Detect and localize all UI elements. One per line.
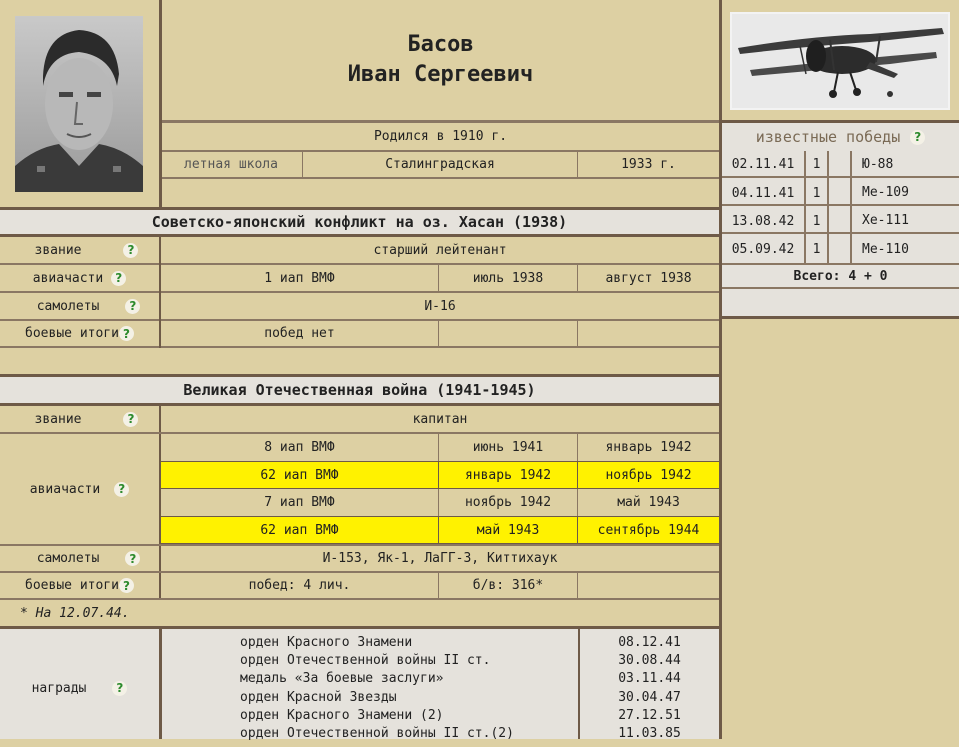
help-icon[interactable]: ? bbox=[125, 551, 141, 566]
help-icon[interactable]: ? bbox=[112, 680, 128, 696]
portrait-frame bbox=[0, 0, 160, 207]
ww2-results-label: боевые итоги ? bbox=[0, 573, 159, 598]
award-date: 08.12.41 bbox=[618, 635, 681, 650]
ww2-unit-row-highlight: 62 иап ВМФ май 1943 сентябрь 1944 bbox=[161, 516, 719, 544]
khasan-results-label: боевые итоги ? bbox=[0, 321, 159, 346]
award-date: 27.12.51 bbox=[618, 707, 681, 723]
ww2-rank: капитан bbox=[412, 411, 468, 427]
award-name: орден Красной Звезды bbox=[240, 689, 397, 705]
victories-total-bar: Всего: 4 + 0 bbox=[722, 265, 959, 319]
victories-title: известные победы bbox=[755, 128, 901, 146]
award-date: 30.08.44 bbox=[618, 653, 681, 669]
khasan-unit-to: август 1938 bbox=[605, 270, 692, 286]
given-names: Иван Сергеевич bbox=[347, 62, 534, 87]
award-date: 03.11.44 bbox=[618, 671, 681, 687]
khasan-title: Советско-японский конфликт на оз. Хасан … bbox=[0, 207, 719, 237]
ww2-unit-row: 7 иап ВМФ ноябрь 1942 май 1943 bbox=[161, 489, 719, 516]
awards-list: орден Красного Знамени орден Отечественн… bbox=[240, 634, 570, 743]
award-date: 11.03.85 bbox=[618, 726, 681, 742]
khasan-rank-label: звание ? bbox=[0, 237, 159, 263]
victory-row: 02.11.41 1 Ю-88 bbox=[722, 151, 959, 178]
help-icon[interactable]: ? bbox=[125, 298, 141, 314]
surname: Басов bbox=[407, 32, 474, 57]
khasan-unit-from: июль 1938 bbox=[438, 265, 578, 291]
ww2-rank-label: звание ? bbox=[0, 406, 159, 432]
ww2-planes-label: самолеты ? bbox=[0, 546, 159, 571]
victories-total: Всего: 4 + 0 bbox=[793, 268, 888, 284]
birth-info: Родился в 1910 г. bbox=[373, 129, 508, 144]
ww2-results-sorties: б/в: 316* bbox=[438, 573, 578, 598]
help-icon[interactable]: ? bbox=[910, 129, 926, 145]
school-name: Сталинградская bbox=[302, 152, 578, 177]
khasan-rank: старший лейтенант bbox=[373, 242, 507, 258]
award-name: орден Красного Знамени (2) bbox=[240, 707, 444, 723]
name-block: Басов Иван Сергеевич bbox=[162, 0, 719, 120]
ww2-unit-row: 8 иап ВМФ июнь 1941 январь 1942 bbox=[161, 434, 719, 461]
ww2-units-label: авиачасти ? bbox=[0, 434, 159, 544]
ww2-results-personal: побед: 4 лич. bbox=[248, 578, 351, 593]
ww2-unit-row-highlight: 62 иап ВМФ январь 1942 ноябрь 1942 bbox=[161, 461, 719, 489]
award-name: орден Отечественной войны II ст. bbox=[240, 653, 491, 669]
khasan-unit: 1 иап ВМФ bbox=[264, 270, 335, 286]
awards-dates: 08.12.41 30.08.44 03.11.44 30.04.47 27.1… bbox=[580, 634, 719, 743]
victory-row: 13.08.42 1 Хе-111 bbox=[722, 208, 959, 234]
help-icon[interactable]: ? bbox=[123, 411, 139, 427]
help-icon[interactable]: ? bbox=[114, 481, 130, 497]
award-name: орден Отечественной войны II ст.(2) bbox=[240, 726, 514, 742]
victories-table: 02.11.41 1 Ю-88 04.11.41 1 Ме-109 13.08.… bbox=[722, 151, 959, 263]
awards-label: награды ? bbox=[0, 629, 159, 747]
victory-row: 05.09.42 1 Ме-110 bbox=[731, 242, 909, 257]
khasan-results: побед нет bbox=[264, 326, 335, 341]
ww2-title: Великая Отечественная война (1941-1945) bbox=[0, 374, 719, 406]
help-icon[interactable]: ? bbox=[111, 270, 127, 286]
help-icon[interactable]: ? bbox=[118, 578, 134, 593]
help-icon[interactable]: ? bbox=[118, 326, 134, 341]
school-year: 1933 г. bbox=[621, 157, 676, 172]
khasan-planes: И-16 bbox=[424, 298, 456, 314]
ww2-footnote: * На 12.07.44. bbox=[20, 605, 130, 621]
victory-row: 04.11.41 1 Ме-109 bbox=[722, 180, 959, 206]
khasan-units-label: авиачасти ? bbox=[0, 265, 159, 291]
portrait-photo bbox=[15, 16, 143, 192]
award-name: медаль «За боевые заслуги» bbox=[240, 671, 444, 687]
school-label: летная школа bbox=[184, 157, 278, 172]
help-icon[interactable]: ? bbox=[123, 242, 139, 258]
ww2-planes: И-153, Як-1, ЛаГГ-3, Киттихаук bbox=[322, 551, 558, 566]
victories-header: известные победы ? bbox=[722, 123, 959, 151]
award-name: орден Красного Знамени bbox=[240, 635, 413, 650]
award-date: 30.04.47 bbox=[618, 689, 681, 705]
khasan-planes-label: самолеты ? bbox=[0, 293, 159, 319]
aircraft-photo bbox=[730, 12, 950, 110]
